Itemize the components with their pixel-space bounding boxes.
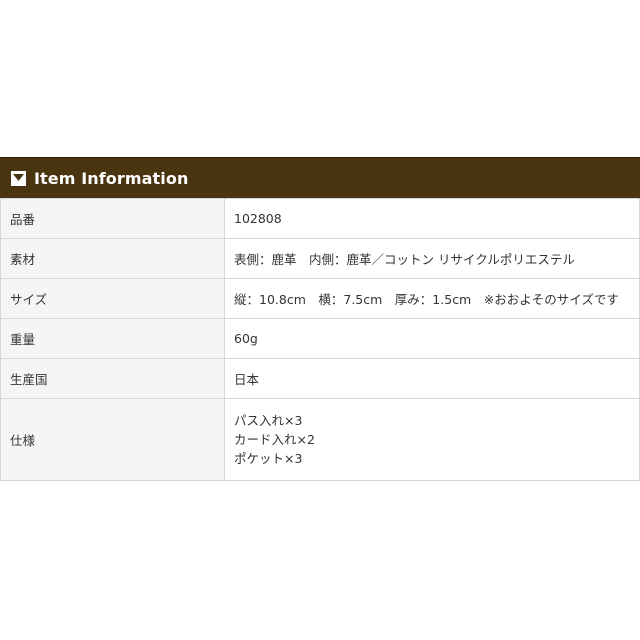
row-value-country: 日本 [224,358,640,399]
spec-line: パス入れ×3 [234,413,303,428]
table-row: 品番 102808 [0,198,640,239]
row-label-item-number: 品番 [0,198,225,239]
row-value-material: 表側：鹿革 内側：鹿革／コットン リサイクルポリエステル [224,238,640,279]
section-title: Item Information [34,168,189,188]
triangle-down-icon [11,170,26,186]
spec-line: カード入れ×2 [234,432,315,447]
table-row: 素材 表側：鹿革 内側：鹿革／コットン リサイクルポリエステル [0,238,640,279]
row-value-item-number: 102808 [224,198,640,239]
item-information-panel: Item Information 品番 102808 素材 表側：鹿革 内側：鹿… [0,157,640,481]
row-label-size: サイズ [0,278,225,319]
section-header[interactable]: Item Information [0,157,640,198]
item-info-table: 品番 102808 素材 表側：鹿革 内側：鹿革／コットン リサイクルポリエステ… [0,198,640,481]
row-value-size: 縦：10.8cm 横：7.5cm 厚み：1.5cm ※おおよそのサイズです [224,278,640,319]
row-label-material: 素材 [0,238,225,279]
row-label-spec: 仕様 [0,398,225,481]
table-row: サイズ 縦：10.8cm 横：7.5cm 厚み：1.5cm ※おおよそのサイズで… [0,278,640,319]
table-row: 仕様 パス入れ×3 カード入れ×2 ポケット×3 [0,398,640,481]
row-label-country: 生産国 [0,358,225,399]
row-value-spec: パス入れ×3 カード入れ×2 ポケット×3 [224,398,640,481]
table-row: 重量 60g [0,318,640,359]
row-value-weight: 60g [224,318,640,359]
table-row: 生産国 日本 [0,358,640,399]
spec-line: ポケット×3 [234,451,303,466]
row-label-weight: 重量 [0,318,225,359]
